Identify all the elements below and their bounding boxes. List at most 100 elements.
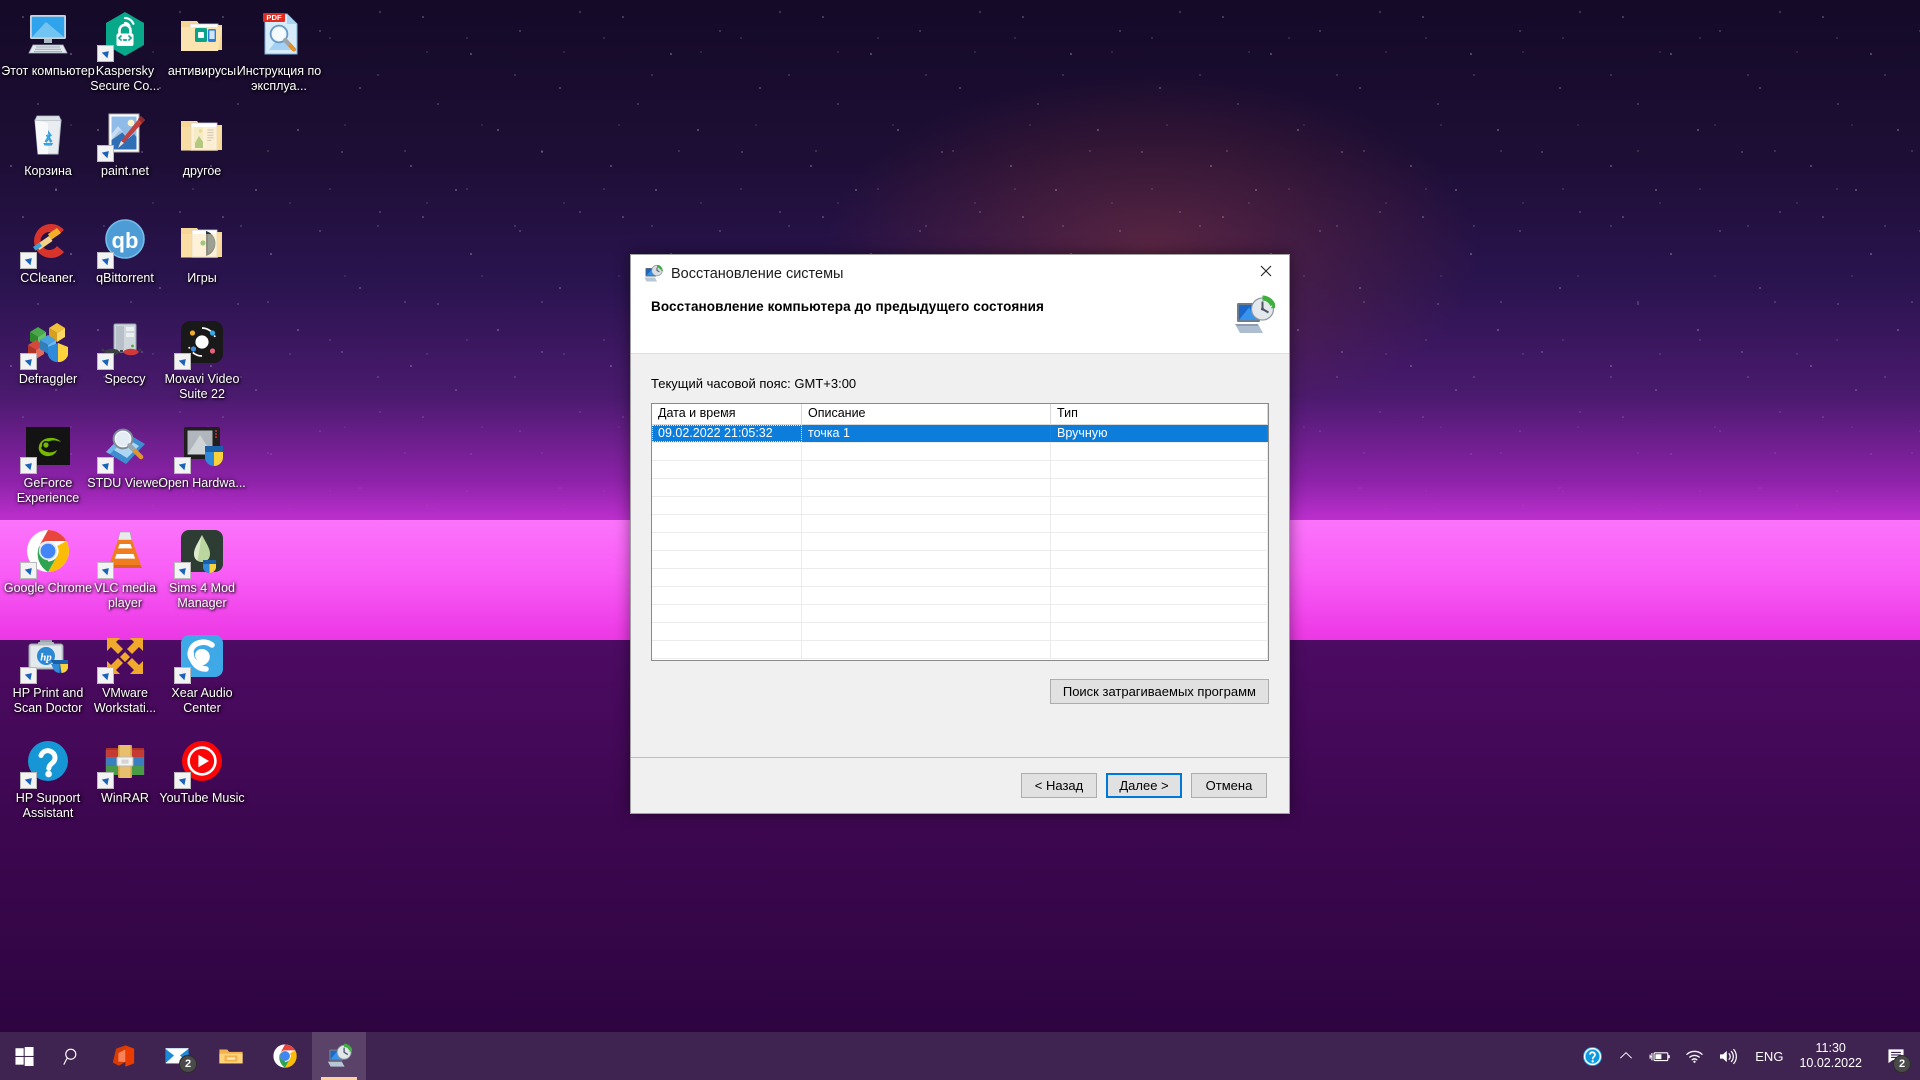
- desktop-icon-folder-games[interactable]: Игры: [154, 215, 250, 286]
- empty-cell: [1051, 515, 1268, 532]
- shortcut-arrow-icon: [97, 252, 114, 269]
- office-icon: [112, 1045, 135, 1067]
- empty-cell: [652, 605, 802, 622]
- desktop-icon-movavi[interactable]: Movavi Video Suite 22: [154, 316, 250, 401]
- restore-point-row[interactable]: 09.02.2022 21:05:32 точка 1 Вручную: [652, 425, 1268, 443]
- desktop-icon-folder-other[interactable]: другое: [154, 108, 250, 179]
- battery-charging-icon[interactable]: [1643, 1032, 1677, 1080]
- shortcut-arrow-icon: [97, 353, 114, 370]
- defraggler-icon: [20, 316, 74, 370]
- folder-antivirus-icon: [176, 8, 228, 60]
- desktop[interactable]: Этот компьютер Kaspersky Secure Co... ан…: [0, 0, 1920, 1080]
- wifi-icon[interactable]: [1677, 1032, 1711, 1080]
- empty-cell: [1051, 443, 1268, 460]
- empty-cell: [802, 569, 1051, 586]
- desktop-icon-xear-audio[interactable]: Xear Audio Center: [154, 630, 250, 715]
- dialog-header: Восстановление компьютера до предыдущего…: [631, 293, 1289, 354]
- clock-time: 11:30: [1815, 1041, 1846, 1055]
- folder-games-icon: [176, 215, 228, 267]
- dialog-footer: < Назад Далее > Отмена: [631, 757, 1289, 813]
- search-icon: [62, 1048, 76, 1065]
- taskbar-app-mail[interactable]: 2: [150, 1032, 204, 1080]
- svg-text:PDF: PDF: [266, 13, 282, 22]
- taskbar[interactable]: 2 ENG 11:30 10.02.2022 2: [0, 1032, 1920, 1080]
- taskbar-app-file-explorer[interactable]: [204, 1032, 258, 1080]
- svg-text:qb: qb: [112, 228, 139, 253]
- desktop-icon-pdf-instruction[interactable]: PDF Инструкция по эксплуа...: [231, 8, 327, 93]
- sims4-mod-manager-icon: [174, 525, 228, 579]
- empty-cell: [1051, 605, 1268, 622]
- shortcut-arrow-icon: [174, 353, 191, 370]
- shortcut-arrow-icon: [97, 667, 114, 684]
- scan-row: Поиск затрагиваемых программ: [651, 679, 1269, 704]
- empty-cell: [802, 587, 1051, 604]
- empty-row: [652, 533, 1268, 551]
- shortcut-arrow-icon: [20, 772, 37, 789]
- empty-cell: [652, 641, 802, 658]
- empty-cell: [652, 623, 802, 640]
- clock[interactable]: 11:30 10.02.2022: [1793, 1041, 1874, 1071]
- empty-cell: [652, 587, 802, 604]
- stdu-viewer-icon: [97, 420, 151, 474]
- taskbar-app-office[interactable]: [96, 1032, 150, 1080]
- search-button[interactable]: [48, 1032, 96, 1080]
- empty-cell: [1051, 497, 1268, 514]
- pdf-instruction-icon: PDF: [253, 8, 305, 60]
- shortcut-arrow-icon: [174, 562, 191, 579]
- shortcut-arrow-icon: [20, 457, 37, 474]
- system-restore-icon: [643, 264, 664, 284]
- dialog-title: Восстановление системы: [671, 266, 844, 282]
- help-circle-icon[interactable]: [1575, 1032, 1609, 1080]
- file-explorer-icon: [219, 1049, 243, 1064]
- chrome-icon: [273, 1044, 297, 1068]
- empty-row: [652, 497, 1268, 515]
- taskbar-app-chrome[interactable]: [258, 1032, 312, 1080]
- desktop-icon-youtube-music[interactable]: YouTube Music: [154, 735, 250, 806]
- desktop-icon-label: Sims 4 Mod Manager: [169, 581, 235, 610]
- cancel-button[interactable]: Отмена: [1191, 773, 1267, 798]
- speaker-icon[interactable]: [1711, 1032, 1745, 1080]
- ccleaner-icon: [20, 215, 74, 269]
- restore-point-type: Вручную: [1051, 425, 1268, 442]
- language-indicator[interactable]: ENG: [1745, 1049, 1793, 1064]
- empty-row: [652, 605, 1268, 623]
- empty-cell: [802, 551, 1051, 568]
- empty-row: [652, 623, 1268, 641]
- back-button[interactable]: < Назад: [1021, 773, 1097, 798]
- desktop-icon-open-hardware-monitor[interactable]: Open Hardwa...: [154, 420, 250, 491]
- action-center-badge: 2: [1893, 1055, 1911, 1073]
- start-button[interactable]: [0, 1032, 48, 1080]
- paintnet-icon: [97, 108, 151, 162]
- empty-cell: [652, 569, 802, 586]
- empty-row: [652, 461, 1268, 479]
- dialog-title-bar[interactable]: Восстановление системы: [631, 255, 1289, 293]
- restore-point-description: точка 1: [802, 425, 1051, 442]
- system-tray[interactable]: ENG 11:30 10.02.2022 2: [1575, 1032, 1920, 1080]
- shortcut-arrow-icon: [20, 353, 37, 370]
- column-header-date[interactable]: Дата и время: [652, 404, 802, 424]
- desktop-icon-label: Xear Audio Center: [171, 686, 233, 715]
- system-restore-dialog[interactable]: Восстановление системы Восстановление ко…: [630, 254, 1290, 814]
- next-button[interactable]: Далее >: [1106, 773, 1182, 798]
- close-icon[interactable]: [1243, 255, 1289, 287]
- column-header-description[interactable]: Описание: [802, 404, 1051, 424]
- empty-cell: [1051, 551, 1268, 568]
- chevron-up-icon[interactable]: [1609, 1032, 1643, 1080]
- empty-row: [652, 569, 1268, 587]
- empty-cell: [802, 515, 1051, 532]
- taskbar-app-system-restore[interactable]: [312, 1032, 366, 1080]
- xear-audio-icon: [174, 630, 228, 684]
- empty-cell: [802, 497, 1051, 514]
- restore-points-listview[interactable]: Дата и время Описание Тип 09.02.2022 21:…: [651, 403, 1269, 661]
- column-header-type[interactable]: Тип: [1051, 404, 1268, 424]
- this-pc-icon: [22, 8, 74, 60]
- scan-affected-programs-button[interactable]: Поиск затрагиваемых программ: [1049, 679, 1269, 704]
- action-center-button[interactable]: 2: [1874, 1032, 1918, 1080]
- empty-cell: [652, 461, 802, 478]
- desktop-icon-sims4-mod-manager[interactable]: Sims 4 Mod Manager: [154, 525, 250, 610]
- listview-rows[interactable]: 09.02.2022 21:05:32 точка 1 Вручную: [652, 425, 1268, 659]
- listview-header[interactable]: Дата и время Описание Тип: [652, 404, 1268, 425]
- empty-cell: [802, 605, 1051, 622]
- desktop-icon-grid[interactable]: Этот компьютер Kaspersky Secure Co... ан…: [0, 0, 330, 1010]
- shortcut-arrow-icon: [97, 562, 114, 579]
